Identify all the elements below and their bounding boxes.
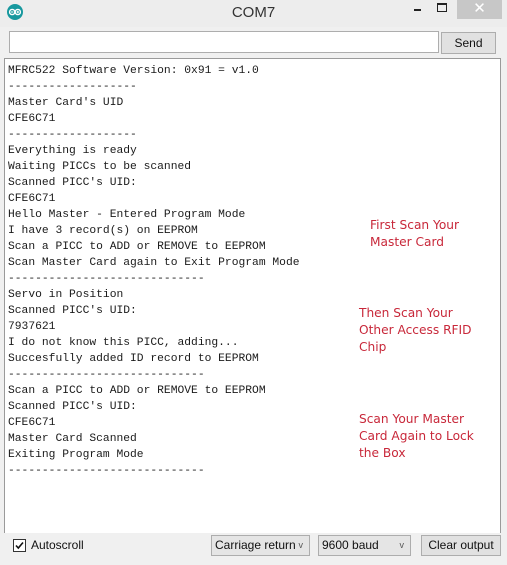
output-line: I have 3 record(s) on EEPROM (8, 225, 198, 237)
clear-output-button[interactable]: Clear output (421, 535, 501, 556)
autoscroll-label: Autoscroll (31, 538, 84, 552)
output-line: ----------------------------- (8, 465, 205, 477)
close-button[interactable]: ✕ (457, 0, 502, 19)
output-line: Master Card's UID (8, 97, 124, 109)
output-line: I do not know this PICC, adding... (8, 337, 239, 349)
serial-output-area[interactable]: MFRC522 Software Version: 0x91 = v1.0 ---… (4, 58, 501, 534)
output-line: CFE6C71 (8, 113, 56, 125)
output-line: Scan a PICC to ADD or REMOVE to EEPROM (8, 385, 266, 397)
output-line: Scanned PICC's UID: (8, 177, 137, 189)
output-line: CFE6C71 (8, 417, 56, 429)
output-line: ----------------------------- (8, 273, 205, 285)
maximize-button[interactable] (432, 0, 454, 17)
output-line: ------------------- (8, 81, 137, 93)
chevron-down-icon: v (399, 540, 405, 550)
output-line: Succesfully added ID record to EEPROM (8, 353, 259, 365)
annotation-line: First Scan Your (370, 218, 460, 232)
annotation-line: Chip (359, 340, 387, 354)
output-line: Master Card Scanned (8, 433, 137, 445)
output-line: Scanned PICC's UID: (8, 305, 137, 317)
minimize-button[interactable] (408, 0, 428, 17)
serial-output-text: MFRC522 Software Version: 0x91 = v1.0 ---… (8, 63, 300, 479)
window-title: COM7 (231, 4, 276, 21)
title-bar: COM7 ✕ (0, 0, 507, 27)
output-line: CFE6C71 (8, 193, 56, 205)
annotation-first-scan: First Scan Your Master Card (370, 217, 459, 251)
chevron-down-icon: v (298, 540, 304, 550)
output-line: ----------------------------- (8, 369, 205, 381)
line-ending-value: Carriage return (215, 538, 296, 552)
output-line: Servo in Position (8, 289, 124, 301)
annotation-line: Scan Your Master (359, 412, 465, 426)
annotation-line: Other Access RFID (359, 323, 472, 337)
output-line: Scan Master Card again to Exit Program M… (8, 257, 300, 269)
annotation-then-scan: Then Scan Your Other Access RFID Chip (359, 305, 472, 356)
autoscroll-checkbox[interactable] (13, 538, 26, 552)
close-icon: ✕ (473, 0, 486, 17)
annotation-line: the Box (359, 446, 406, 460)
send-button[interactable]: Send (441, 32, 496, 54)
baud-rate-select[interactable]: 9600 baud v (318, 535, 411, 556)
autoscroll-toggle[interactable]: Autoscroll (13, 538, 84, 552)
output-line: ------------------- (8, 129, 137, 141)
output-line: Scan a PICC to ADD or REMOVE to EEPROM (8, 241, 266, 253)
baud-rate-value: 9600 baud (322, 538, 379, 552)
annotation-line: Master Card (370, 235, 445, 249)
output-line: MFRC522 Software Version: 0x91 = v1.0 (8, 65, 259, 77)
output-line: 7937621 (8, 321, 56, 333)
annotation-line: Card Again to Lock (359, 429, 474, 443)
line-ending-select[interactable]: Carriage return v (211, 535, 310, 556)
output-line: Hello Master - Entered Program Mode (8, 209, 246, 221)
output-line: Waiting PICCs to be scanned (8, 161, 192, 173)
output-line: Exiting Program Mode (8, 449, 144, 461)
output-line: Everything is ready (8, 145, 137, 157)
checkmark-icon (15, 541, 24, 549)
output-line: Scanned PICC's UID: (8, 401, 137, 413)
serial-send-input[interactable] (9, 31, 439, 53)
annotation-line: Then Scan Your (359, 306, 453, 320)
annotation-lock-box: Scan Your Master Card Again to Lock the … (359, 411, 474, 462)
